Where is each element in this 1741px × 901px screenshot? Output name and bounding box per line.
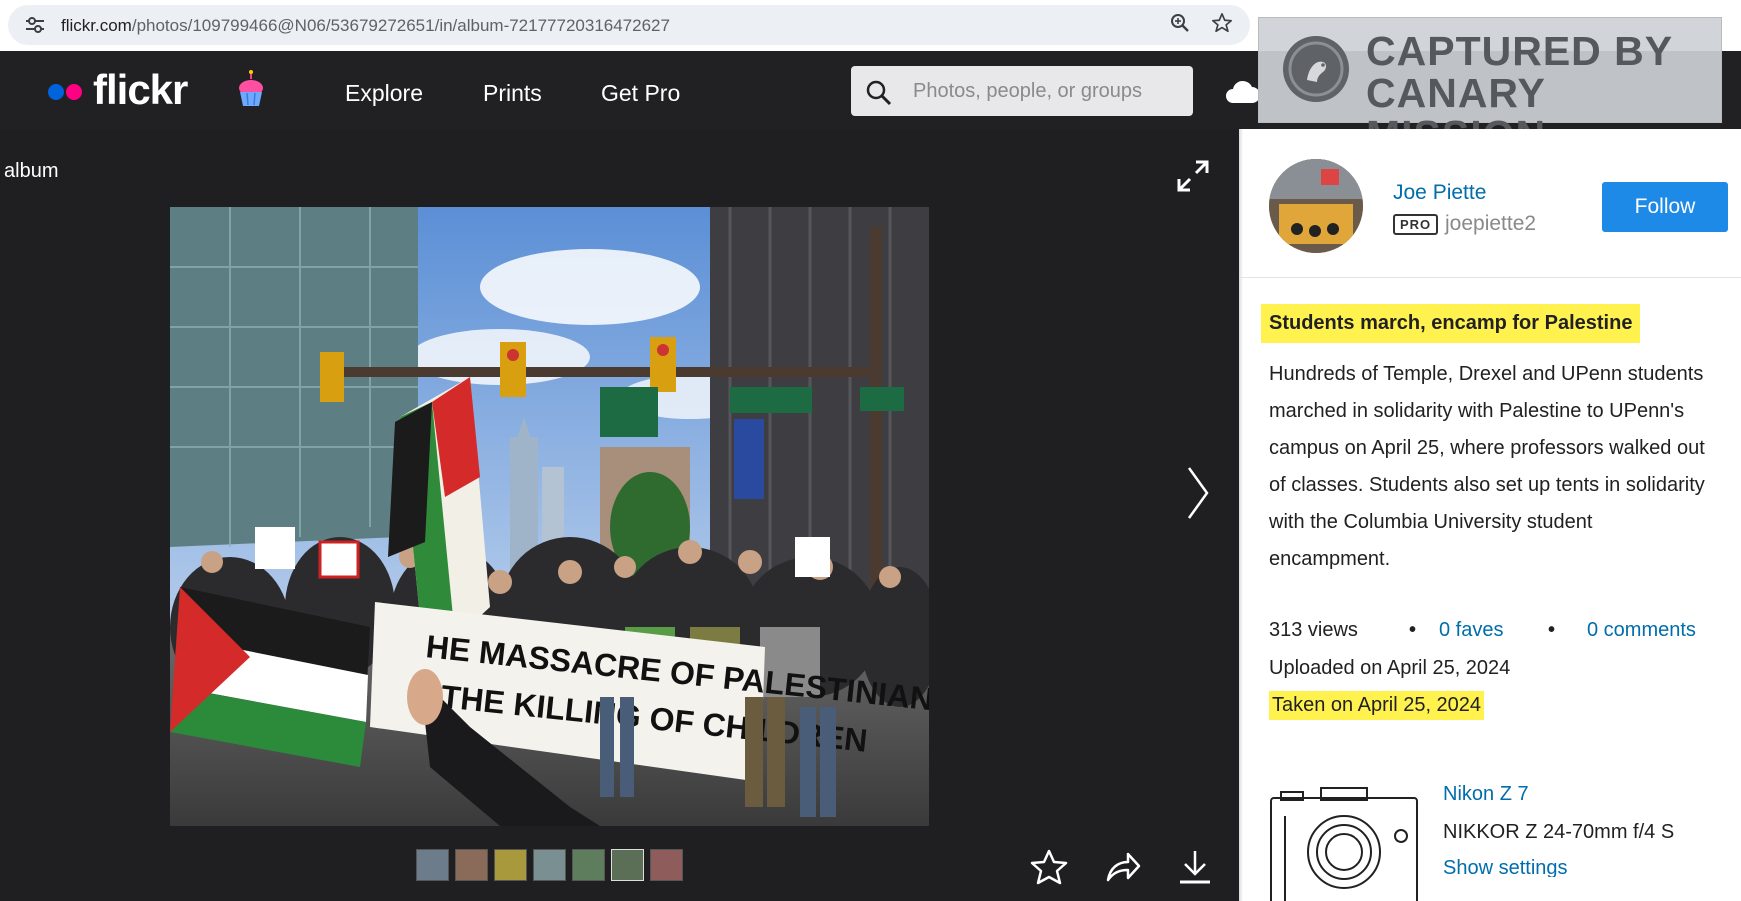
thumbnail[interactable]: [494, 849, 527, 881]
separator-dot: •: [1409, 619, 1417, 641]
expand-icon[interactable]: [1176, 159, 1210, 193]
share-icon[interactable]: [1104, 848, 1142, 886]
thumbnail[interactable]: [572, 849, 605, 881]
download-icon[interactable]: [1176, 848, 1214, 886]
lens-model: NIKKOR Z 24-70mm f/4 S: [1443, 821, 1675, 843]
search-input[interactable]: Photos, people, or groups: [851, 66, 1193, 116]
flickr-logo[interactable]: flickr: [93, 66, 188, 114]
album-context-label[interactable]: album: [4, 160, 58, 183]
search-icon: [866, 80, 892, 106]
cloud-upload-icon[interactable]: [1225, 77, 1259, 107]
fave-star-icon[interactable]: [1030, 848, 1068, 886]
thumbnail-current[interactable]: [611, 849, 644, 881]
owner-name[interactable]: Joe Piette: [1393, 181, 1486, 205]
thumbnail[interactable]: [533, 849, 566, 881]
uploaded-date: Uploaded on April 25, 2024: [1269, 657, 1511, 679]
owner-username[interactable]: joepiette2: [1445, 212, 1536, 236]
url-bar[interactable]: flickr.com/photos/109799466@N06/53679272…: [8, 5, 1250, 45]
photo-stats: 313 views • 0 faves • 0 comments: [1269, 619, 1696, 642]
photo-title: Students march, encamp for Palestine: [1261, 304, 1641, 343]
flickr-logo-dots[interactable]: [48, 84, 82, 105]
comments-link[interactable]: 0 comments: [1587, 619, 1696, 642]
chevron-right-icon[interactable]: [1186, 465, 1210, 521]
search-placeholder: Photos, people, or groups: [913, 80, 1143, 102]
camera-icon: [1270, 787, 1418, 901]
thumbnail[interactable]: [416, 849, 449, 881]
separator-dot: •: [1548, 619, 1556, 641]
photo-description: Hundreds of Temple, Drexel and UPenn stu…: [1269, 363, 1705, 570]
bookmark-star-icon[interactable]: [1211, 12, 1233, 34]
thumbnail[interactable]: [455, 849, 488, 881]
owner-avatar[interactable]: [1269, 159, 1363, 253]
show-settings-link[interactable]: Show settings: [1443, 857, 1568, 877]
nav-explore[interactable]: Explore: [345, 80, 423, 107]
follow-button[interactable]: Follow: [1602, 182, 1728, 232]
camera-model-link[interactable]: Nikon Z 7: [1443, 783, 1529, 806]
watermark-overlay: CAPTURED BY CANARY MISSION: [1258, 17, 1722, 156]
thumbnail[interactable]: [650, 849, 683, 881]
nav-prints[interactable]: Prints: [483, 80, 542, 107]
taken-date: Taken on April 25, 2024: [1269, 691, 1485, 720]
photo-viewer: album HE MASSACRE OF PALESTINIANS THE KI…: [0, 129, 1239, 901]
tune-icon[interactable]: [26, 17, 44, 33]
url-text[interactable]: flickr.com/photos/109799466@N06/53679272…: [61, 16, 670, 36]
main-photo[interactable]: HE MASSACRE OF PALESTINIANS THE KILLING …: [170, 207, 929, 826]
canary-logo-icon: [1283, 36, 1349, 102]
cupcake-icon[interactable]: [237, 70, 265, 108]
pro-badge: PRO: [1393, 214, 1439, 235]
divider: [1239, 277, 1741, 278]
faves-link[interactable]: 0 faves: [1439, 619, 1503, 642]
views-count: 313 views: [1269, 619, 1358, 641]
nav-get-pro[interactable]: Get Pro: [601, 80, 680, 107]
photo-info-sidebar: Joe Piette PRO joepiette2 Follow Student…: [1239, 129, 1741, 901]
zoom-icon[interactable]: [1170, 13, 1190, 33]
